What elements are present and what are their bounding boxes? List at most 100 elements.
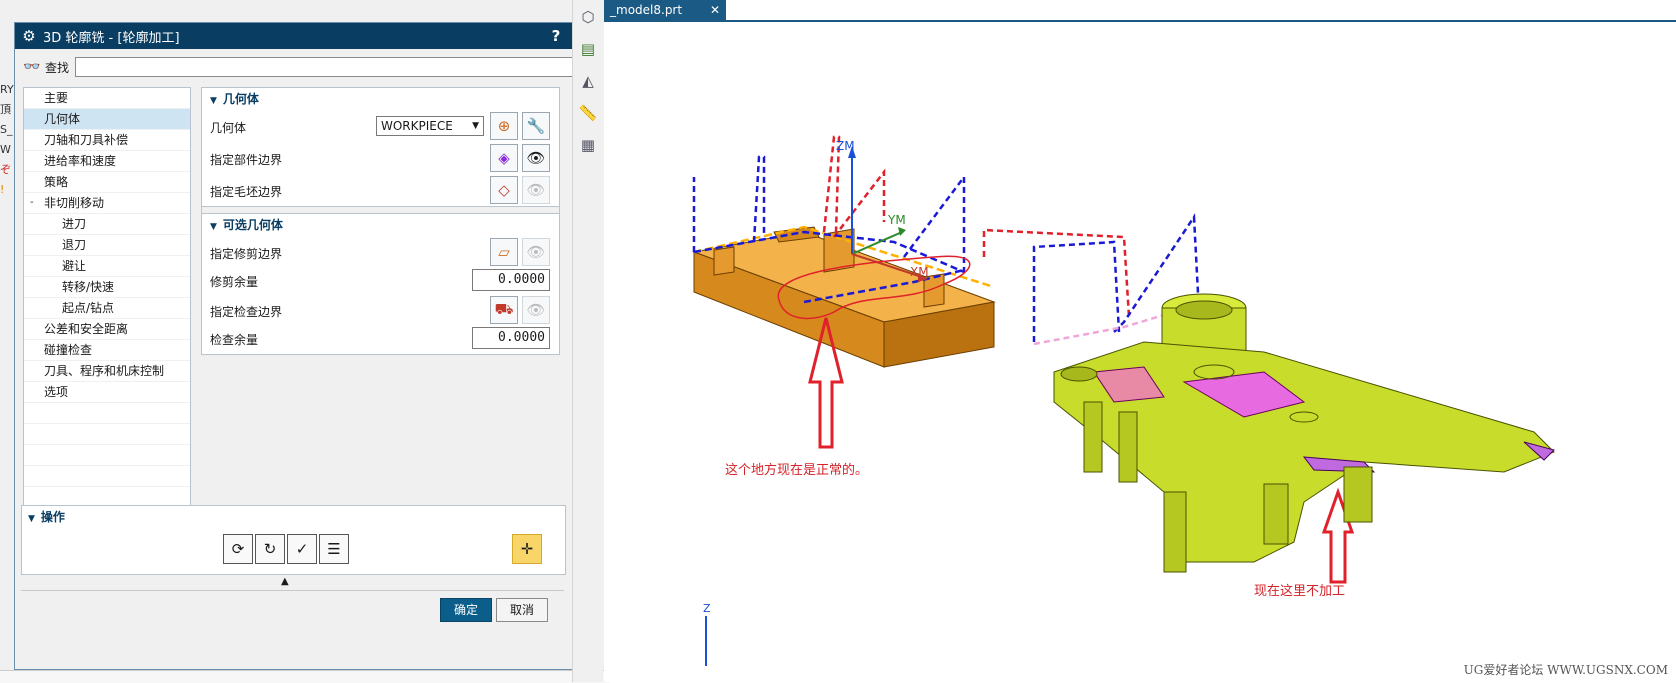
strip-fragment: S_ xyxy=(0,123,13,136)
check-stock-row: 检查余量 0.0000 xyxy=(202,326,559,354)
tree-empty-row xyxy=(24,424,190,445)
footer-divider xyxy=(21,590,564,591)
tree-item-transfer[interactable]: 转移/快速 xyxy=(24,277,190,298)
ok-button[interactable]: 确定 xyxy=(440,598,492,622)
tab-model8[interactable]: _model8.prt ✕ xyxy=(604,0,726,20)
trim-stock-row: 修剪余量 0.0000 xyxy=(202,268,559,294)
tree-item-label: 退刀 xyxy=(62,238,87,252)
strip-fragment: ! xyxy=(0,183,5,196)
tree-item-feeds-speeds[interactable]: 进给率和速度 xyxy=(24,151,190,172)
geometry-section-header[interactable]: ▼ 几何体 xyxy=(202,88,559,110)
machine-tool-icon[interactable]: ◭ xyxy=(575,68,601,94)
section-title: 可选几何体 xyxy=(222,218,283,232)
display-eye-icon[interactable]: 👁 xyxy=(522,144,550,172)
generate-toolpath-icon[interactable]: ⟳ xyxy=(223,534,253,564)
tree-item-start-drill[interactable]: 起点/钻点 xyxy=(24,298,190,319)
settings-tree: 主要 几何体 刀轴和刀具补偿 进给率和速度 策略 - 非切削移动 进刀 退刀 避让… xyxy=(23,87,191,531)
dialog-titlebar[interactable]: ⚙ 3D 轮廓铣 - [轮廓加工] ? ✕ xyxy=(15,23,595,49)
tree-empty-row xyxy=(24,445,190,466)
close-tab-icon[interactable]: ✕ xyxy=(710,3,720,17)
trim-boundary-label: 指定修剪边界 xyxy=(210,247,283,261)
section-title: 几何体 xyxy=(222,92,259,106)
strip-fragment: W xyxy=(0,143,11,156)
axis-label-xm: XM xyxy=(910,265,929,279)
verify-toolpath-icon[interactable]: ✓ xyxy=(287,534,317,564)
strip-fragment: RY xyxy=(0,83,14,96)
tree-item-tool-axis[interactable]: 刀轴和刀具补偿 xyxy=(24,130,190,151)
section-divider xyxy=(202,206,559,214)
tree-item-strategy[interactable]: 策略 xyxy=(24,172,190,193)
operations-section: ▼ 操作 ⟳ ↻ ✓ ☰ ✛ xyxy=(21,505,566,575)
binoculars-icon: 👓 xyxy=(23,59,41,75)
tree-item-non-cutting[interactable]: - 非切削移动 xyxy=(24,193,190,214)
view-cube-icon[interactable]: ⬡ xyxy=(575,4,601,30)
axis-label-ym: YM xyxy=(887,213,906,227)
operation-navigator-icon[interactable]: ▤ xyxy=(575,36,601,62)
section-title: 操作 xyxy=(40,510,65,524)
search-row: 👓 查找 xyxy=(21,55,589,79)
tree-item-label: 进刀 xyxy=(62,217,87,231)
ruler-icon[interactable]: 📏 xyxy=(575,100,601,126)
tree-item-main[interactable]: 主要 xyxy=(24,88,190,109)
check-boundary-select-button[interactable]: ⛟ xyxy=(490,296,518,324)
process-list-icon[interactable]: ▦ xyxy=(575,132,601,158)
background-left-strip: RY 頂 S_ W ぞ ! xyxy=(0,80,14,200)
check-stock-label: 检查余量 xyxy=(210,333,259,347)
collapse-icon[interactable]: - xyxy=(30,193,34,213)
geometry-row: 几何体 WORKPIECE ▼ ⊕ 🔧 xyxy=(202,110,559,142)
geometry-select-value: WORKPIECE xyxy=(381,119,453,133)
list-toolpath-icon[interactable]: ☰ xyxy=(319,534,349,564)
green-casting-part xyxy=(1053,293,1555,573)
toolpath-edit-icon[interactable]: ✛ xyxy=(512,534,542,564)
gear-icon: ⚙ xyxy=(22,27,36,45)
tree-item-label: 策略 xyxy=(44,175,69,189)
replay-toolpath-icon[interactable]: ↻ xyxy=(255,534,285,564)
dialog-title: 3D 轮廓铣 - [轮廓加工] xyxy=(43,30,180,46)
strip-fragment: ぞ xyxy=(0,163,11,176)
tree-item-options[interactable]: 选项 xyxy=(24,382,190,403)
new-geometry-button[interactable]: ⊕ xyxy=(490,112,518,140)
geometry-select[interactable]: WORKPIECE ▼ xyxy=(376,116,484,136)
tree-item-avoidance[interactable]: 避让 xyxy=(24,256,190,277)
tree-item-retract[interactable]: 退刀 xyxy=(24,235,190,256)
check-stock-input[interactable]: 0.0000 xyxy=(472,327,550,349)
collapse-dialog-icon[interactable]: ▲ xyxy=(281,576,289,587)
tree-item-collision[interactable]: 碰撞检查 xyxy=(24,340,190,361)
graphics-viewport[interactable]: ZM YM XM Z 这个地方现在是正常的。 现在这里不加工 UG爱好者论坛 W… xyxy=(604,22,1676,682)
tree-empty-row xyxy=(24,403,190,424)
geometry-panel: ▼ 几何体 几何体 WORKPIECE ▼ ⊕ 🔧 指定部件边界 ◈ 👁 指定毛坯边… xyxy=(201,87,560,355)
display-eye-disabled-icon: 👁 xyxy=(522,176,550,204)
contour-mill-dialog: ⚙ 3D 轮廓铣 - [轮廓加工] ? ✕ 👓 查找 主要 几何体 刀轴和刀具补… xyxy=(14,22,596,670)
axis-label-zm: ZM xyxy=(836,139,855,153)
tree-item-label: 主要 xyxy=(44,91,69,105)
tree-item-label: 起点/钻点 xyxy=(62,301,115,315)
tree-item-engage[interactable]: 进刀 xyxy=(24,214,190,235)
edit-geometry-wrench-button[interactable]: 🔧 xyxy=(522,112,550,140)
check-boundary-row: 指定检查边界 ⛟ 👁 xyxy=(202,294,559,326)
annotation-normal-text: 这个地方现在是正常的。 xyxy=(725,463,869,478)
search-label: 查找 xyxy=(45,60,70,75)
tree-item-label: 碰撞检查 xyxy=(44,343,93,357)
chevron-down-icon: ▼ xyxy=(472,121,479,131)
part-boundary-select-button[interactable]: ◈ xyxy=(490,144,518,172)
axis-label-z: Z xyxy=(703,602,711,615)
tree-item-label: 非切削移动 xyxy=(44,196,105,210)
operations-section-header[interactable]: ▼ 操作 xyxy=(22,506,565,528)
blank-boundary-label: 指定毛坯边界 xyxy=(210,185,283,199)
trim-boundary-row: 指定修剪边界 ▱ 👁 xyxy=(202,236,559,268)
tree-item-tolerance[interactable]: 公差和安全距离 xyxy=(24,319,190,340)
resource-toolbar: ⬡ ▤ ◭ 📏 ▦ xyxy=(572,0,603,682)
tree-item-geometry[interactable]: 几何体 xyxy=(24,109,190,130)
tree-item-machine-control[interactable]: 刀具、程序和机床控制 xyxy=(24,361,190,382)
check-boundary-label: 指定检查边界 xyxy=(210,305,283,319)
tree-item-label: 进给率和速度 xyxy=(44,154,117,168)
geometry-label: 几何体 xyxy=(210,121,247,135)
help-button[interactable]: ? xyxy=(545,27,567,45)
blank-boundary-select-button[interactable]: ◇ xyxy=(490,176,518,204)
trim-stock-input[interactable]: 0.0000 xyxy=(472,269,550,291)
cancel-button[interactable]: 取消 xyxy=(496,598,548,622)
search-input[interactable] xyxy=(75,57,589,77)
optional-geometry-section-header[interactable]: ▼ 可选几何体 xyxy=(202,214,559,236)
annotation-not-machined-text: 现在这里不加工 xyxy=(1254,584,1346,599)
trim-boundary-select-button[interactable]: ▱ xyxy=(490,238,518,266)
